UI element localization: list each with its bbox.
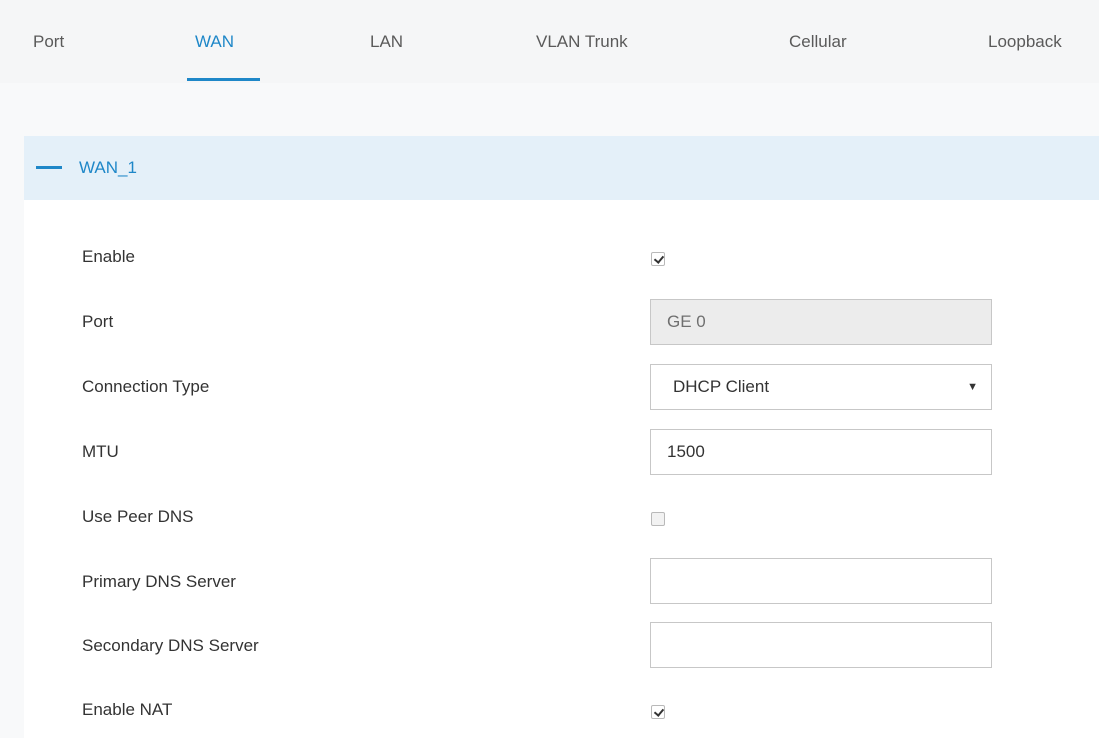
tab-lan[interactable]: LAN [370,32,403,52]
mtu-label: MTU [82,442,119,461]
port-label: Port [82,312,114,331]
enable-nat-label: Enable NAT [82,700,173,719]
tab-loopback[interactable]: Loopback [988,32,1062,52]
connection-type-label: Connection Type [82,377,210,396]
enable-nat-checkbox[interactable] [651,705,665,719]
use-peer-dns-label: Use Peer DNS [82,507,194,526]
section-header-wan-1[interactable] [24,136,1099,200]
primary-dns-label: Primary DNS Server [82,572,236,591]
active-tab-indicator [187,78,260,81]
tab-wan[interactable]: WAN [195,32,234,52]
connection-type-select[interactable]: DHCP Client ▼ [650,364,992,410]
enable-label: Enable [82,247,135,266]
connection-type-value: DHCP Client [673,377,770,396]
enable-checkbox[interactable] [651,252,665,266]
collapse-icon[interactable] [36,166,62,169]
mtu-input[interactable]: 1500 [650,429,992,475]
secondary-dns-label: Secondary DNS Server [82,636,259,655]
port-field: GE 0 [650,299,992,345]
use-peer-dns-checkbox[interactable] [651,512,665,526]
tab-cellular[interactable]: Cellular [789,32,847,52]
tab-vlan-trunk[interactable]: VLAN Trunk [536,32,628,52]
tab-port[interactable]: Port [33,32,64,52]
chevron-down-icon: ▼ [967,381,978,393]
section-title: WAN_1 [79,158,137,177]
primary-dns-input[interactable] [650,558,992,604]
secondary-dns-input[interactable] [650,622,992,668]
